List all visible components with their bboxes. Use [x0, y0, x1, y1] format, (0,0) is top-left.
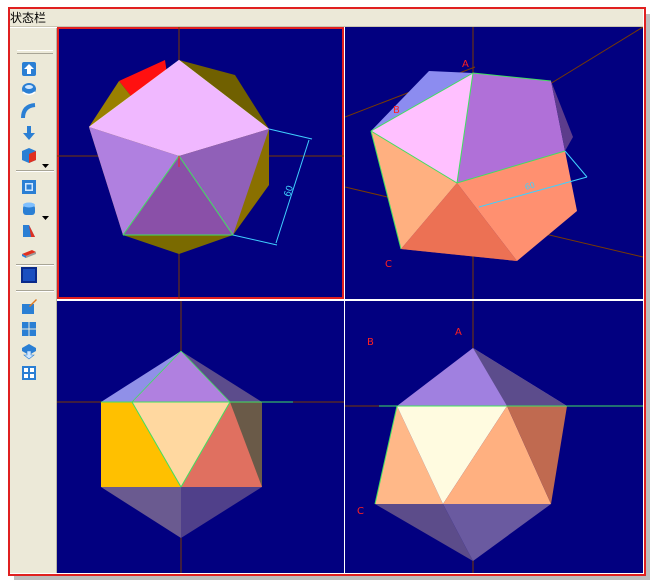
- icosahedron-perspective-view: 60 A B C: [345, 27, 643, 299]
- toolbar-button-solid-box[interactable]: [20, 266, 40, 284]
- pencil-box-icon: [22, 299, 37, 314]
- toolbar-button-arrow-up[interactable]: [20, 60, 40, 78]
- grid-icon: [22, 322, 36, 336]
- icosahedron-front-view: [57, 301, 344, 573]
- status-bar-label: 状态栏: [10, 11, 47, 25]
- toolbar-button-cylinder[interactable]: [20, 200, 40, 218]
- toolbar-button-arrow-down-box[interactable]: [20, 342, 40, 360]
- toolbar-button-cube[interactable]: [20, 146, 40, 164]
- cube-icon: [22, 148, 36, 163]
- cylinder-icon: [23, 202, 35, 215]
- plane-icon: [22, 250, 36, 258]
- wedge-icon: [23, 225, 35, 237]
- table-icon: [22, 366, 36, 380]
- toolbar-separator: [16, 290, 54, 292]
- viewport-splitter-horizontal[interactable]: [57, 299, 643, 301]
- status-bar: 状态栏: [10, 8, 643, 27]
- toolbar-separator: [16, 170, 54, 172]
- chevron-down-icon: [42, 216, 49, 220]
- toolbar-grip[interactable]: [17, 50, 53, 54]
- viewport-bottom-left[interactable]: [57, 301, 344, 573]
- arrow-up-icon: [22, 62, 36, 76]
- arrow-down-icon: [23, 126, 35, 140]
- toolbar-button-frame[interactable]: [20, 178, 40, 196]
- solid-box-icon: [21, 267, 37, 283]
- vertex-label-c: C: [357, 506, 364, 517]
- vertex-label-b: B: [367, 337, 374, 348]
- toolbar-button-rotate[interactable]: [20, 80, 40, 98]
- vertex-label-c: C: [385, 259, 392, 270]
- vertex-label-a: A: [455, 327, 462, 338]
- frame-icon: [22, 180, 36, 194]
- curve-arrow-icon: [21, 103, 36, 119]
- icosahedron-side-view: A B C: [345, 301, 643, 573]
- viewport-area: 60 60 A B C A B C: [57, 27, 643, 573]
- toolbar-button-table[interactable]: [20, 364, 40, 382]
- cylinder-dropdown-arrow[interactable]: [42, 206, 49, 220]
- vertex-label-b: B: [393, 105, 400, 116]
- vertical-toolbar: [10, 28, 57, 573]
- chevron-down-icon: [42, 164, 49, 168]
- window-shadow-right: [646, 14, 650, 576]
- application-window: 状态栏 60 60 A B C A B C: [0, 0, 657, 586]
- toolbar-button-wedge[interactable]: [20, 222, 40, 240]
- toolbar-button-plane[interactable]: [20, 244, 40, 262]
- vertex-label-a: A: [462, 59, 469, 70]
- toolbar-button-curve-arrow[interactable]: [20, 102, 40, 120]
- icosahedron-top-view: 60: [57, 27, 344, 299]
- cube-dropdown-arrow[interactable]: [42, 154, 49, 168]
- arrow-down-box-icon: [22, 344, 36, 360]
- viewport-top-left[interactable]: 60: [57, 27, 344, 299]
- viewport-bottom-right[interactable]: A B C: [345, 301, 643, 573]
- toolbar-button-grid[interactable]: [20, 320, 40, 338]
- toolbar-button-arrow-down[interactable]: [20, 124, 40, 142]
- toolbar-button-pencil-box[interactable]: [20, 298, 40, 316]
- viewport-top-right[interactable]: 60 A B C: [345, 27, 643, 299]
- rotate-icon: [22, 83, 36, 96]
- window-shadow-bottom: [14, 576, 650, 580]
